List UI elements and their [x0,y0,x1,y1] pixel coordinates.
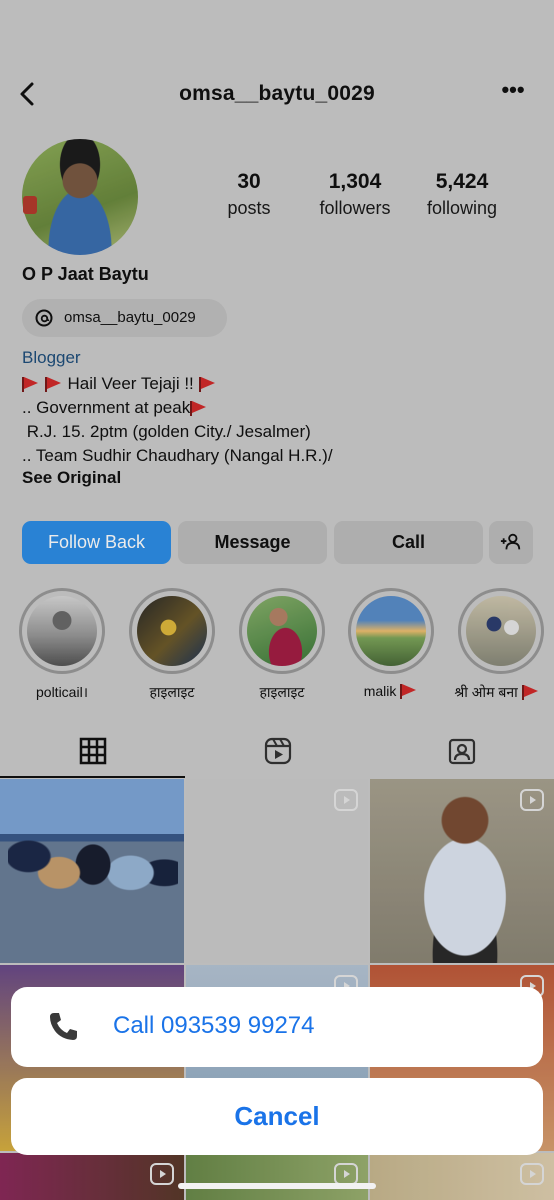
cancel-button[interactable]: Cancel [11,1078,543,1155]
call-number-label: Call 093539 99274 [113,1012,315,1039]
home-indicator[interactable] [178,1183,376,1189]
call-phone-option[interactable]: Call 093539 99274 [11,987,543,1067]
profile-page: omsa__baytu_0029 ••• 30 posts 1,304 foll… [0,0,554,1200]
phone-icon [50,1013,77,1040]
